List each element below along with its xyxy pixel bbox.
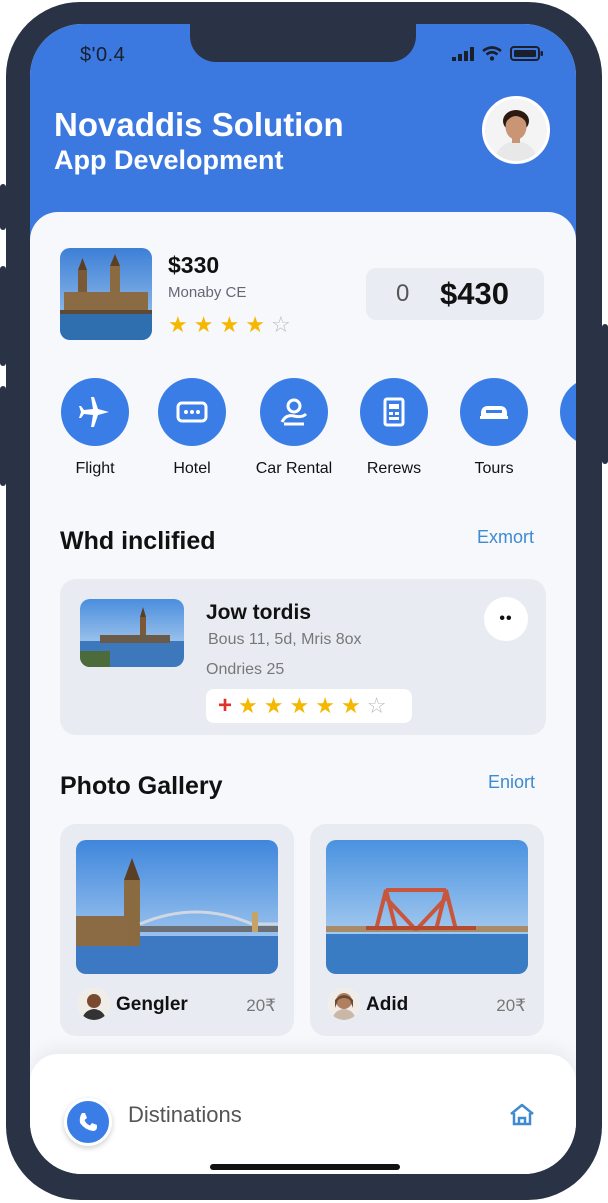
screen: $'0.4 Novaddis Solution App Development …: [30, 24, 576, 1174]
star-filled-icon: ★: [219, 312, 240, 337]
section-title-gallery: Photo Gallery: [60, 772, 223, 800]
tours-icon: [460, 378, 528, 446]
category-tours[interactable]: Tours: [449, 378, 539, 478]
plane-icon: [61, 378, 129, 446]
power-button: [602, 324, 608, 464]
gallery-meta: 20₹: [496, 996, 526, 1015]
app-title: Novaddis Solution: [54, 106, 344, 143]
hotel-icon: [158, 378, 226, 446]
hero-price: $330: [168, 252, 220, 278]
home-indicator[interactable]: [210, 1164, 400, 1170]
star-filled-icon: ★: [245, 312, 265, 337]
bottom-nav: Distinations: [30, 1054, 576, 1174]
status-time: $'0.4: [80, 44, 126, 66]
gallery-card[interactable]: Gengler 20₹: [60, 824, 294, 1036]
volume-up-button: [0, 266, 6, 366]
gallery-image: [326, 840, 528, 974]
category-car-rental[interactable]: Car Rental: [249, 378, 339, 478]
home-icon[interactable]: [508, 1102, 536, 1133]
wifi-icon: [482, 46, 502, 61]
volume-down-button: [0, 386, 6, 486]
category-label: Flight: [75, 460, 115, 477]
destinations-label[interactable]: Distinations: [128, 1102, 242, 1128]
gallery-image: [76, 840, 278, 974]
category-label: Hotel: [173, 460, 211, 477]
price-box[interactable]: 0 $430: [366, 268, 544, 320]
star-filled-icon: ★: [238, 693, 258, 718]
plus-icon: +: [218, 692, 233, 719]
star-filled-icon: ★: [168, 312, 188, 337]
gallery-link[interactable]: Eniort: [488, 772, 535, 793]
hero-image[interactable]: [60, 248, 152, 340]
star-filled-icon: ★: [193, 312, 214, 337]
author-avatar: [78, 988, 110, 1020]
deal-details: Bous 11, 5d, Mris 8ox: [208, 631, 362, 648]
author-avatar: [328, 988, 360, 1020]
deal-count: Ondries 25: [206, 661, 285, 678]
deal-card[interactable]: Jow tordis Bous 11, 5d, Mris 8ox Ondries…: [60, 579, 546, 735]
signal-icon: [452, 46, 474, 61]
star-empty-icon: ☆: [270, 312, 291, 337]
hero-subtitle: Monaby CE: [168, 284, 247, 301]
category-reviews[interactable]: Rerews: [349, 378, 439, 478]
notch: [190, 24, 416, 62]
phone-icon[interactable]: [64, 1098, 112, 1146]
gallery-card[interactable]: Adid 20₹: [310, 824, 544, 1036]
reviews-icon: [360, 378, 428, 446]
deal-title: Jow tordis: [206, 601, 312, 624]
side-button: [0, 184, 6, 230]
star-filled-icon: ★: [289, 693, 310, 718]
price-zero: 0: [396, 280, 410, 307]
category-label: Tours: [474, 460, 514, 477]
deal-image: [80, 599, 184, 667]
featured-export-link[interactable]: Exmort: [477, 527, 534, 548]
app-subtitle: App Development: [54, 145, 284, 175]
gallery-meta: 20₹: [246, 996, 276, 1015]
category-label: Rerews: [366, 460, 422, 477]
category-hotel[interactable]: Hotel: [147, 378, 237, 478]
gallery-author: Gengler: [116, 994, 188, 1015]
star-filled-icon: ★: [315, 693, 335, 718]
hero-rating: ★ ★ ★ ★ ☆: [168, 314, 291, 336]
category-flight[interactable]: Flight: [50, 378, 140, 478]
car-rental-icon: [260, 378, 328, 446]
more-options-button[interactable]: ••: [484, 597, 528, 641]
battery-icon: [510, 46, 543, 61]
star-filled-icon: ★: [340, 693, 361, 718]
gallery-author: Adid: [366, 994, 409, 1015]
section-title-featured: Whd inclified: [60, 527, 216, 555]
category-label: Car Rental: [255, 460, 333, 477]
star-filled-icon: ★: [263, 693, 284, 718]
price-total: $430: [440, 276, 509, 311]
deal-rating: + ★ ★ ★ ★ ★ ☆: [206, 689, 412, 723]
status-icons: [452, 46, 544, 61]
star-empty-icon: ☆: [366, 693, 387, 718]
user-avatar[interactable]: [482, 96, 550, 164]
